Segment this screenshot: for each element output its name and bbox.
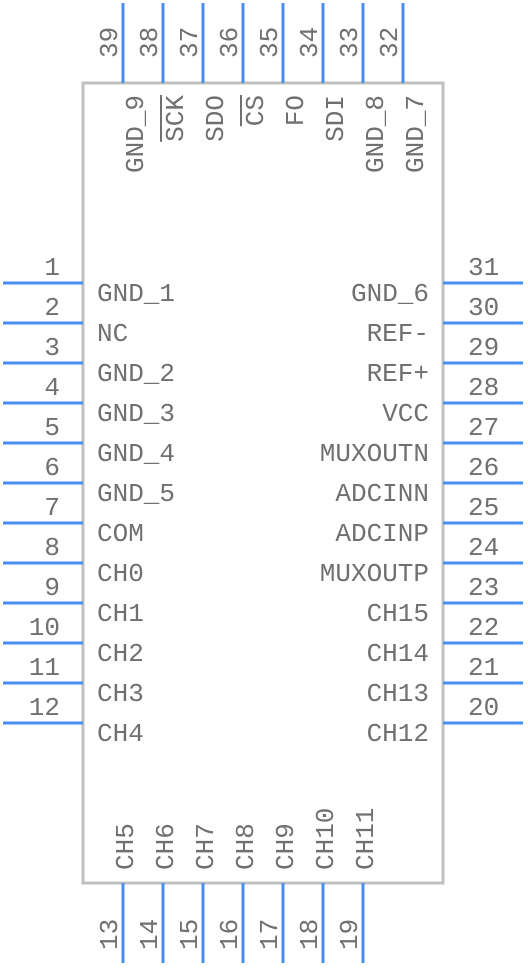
pin-number: 8 [44,533,60,563]
pin-name: GND_6 [351,279,429,309]
pin-number: 26 [468,453,499,483]
pin-number: 30 [468,293,499,323]
pin-name: GND_3 [97,399,175,429]
pin-number: 20 [468,693,499,723]
pin-name: CH2 [97,639,144,669]
pin-name: ADCINP [335,519,429,549]
pin-group: 1 GND_1 2 NC 3 GND_2 4 GND_3 5 GND_4 6 GND_5 7 COM 8 CH… [3,3,523,963]
pin-number: 14 [135,919,165,950]
pin-number: 22 [468,613,499,643]
pin-number: 21 [468,653,499,683]
pin-number: 16 [215,919,245,950]
pin-name: CH1 [97,599,144,629]
pin-name: COM [97,519,144,549]
pin-name: GND_4 [97,439,175,469]
pin-number: 6 [44,453,60,483]
pin-number: 10 [29,613,60,643]
pin-number: 17 [255,919,285,950]
pin-name: SCK [161,95,191,142]
pin-number: 9 [44,573,60,603]
pin-name: SDI [321,95,351,142]
pin-name: CH11 [351,808,381,870]
pin-number: 24 [468,533,499,563]
pin-number: 15 [175,919,205,950]
pin-name: REF- [367,319,429,349]
pin-name: CH8 [231,823,261,870]
pin-number: 33 [335,27,365,58]
pin-name: GND_9 [121,95,151,173]
pin-number: 23 [468,573,499,603]
pin-name: GND_8 [361,95,391,173]
pin-name: CH10 [311,808,341,870]
pin-name: REF+ [367,359,429,389]
pin-number: 37 [175,27,205,58]
pin-number: 4 [44,373,60,403]
pin-name: GND_2 [97,359,175,389]
pin-number: 19 [335,919,365,950]
pin-number: 32 [375,27,405,58]
pin-name: MUXOUTP [320,559,429,589]
pin-number: 28 [468,373,499,403]
pin-name: CH15 [367,599,429,629]
pin-name: MUXOUTN [320,439,429,469]
pin-name: GND_7 [401,95,431,173]
pin-number: 2 [44,293,60,323]
pin-number: 1 [44,253,60,283]
pin-name: CH4 [97,719,144,749]
pin-name: CH3 [97,679,144,709]
pin-number: 7 [44,493,60,523]
pin-name: GND_1 [97,279,175,309]
pin-name: CH12 [367,719,429,749]
pin-number: 31 [468,253,499,283]
pin-number: 25 [468,493,499,523]
pin-name: GND_5 [97,479,175,509]
pin-number: 39 [95,27,125,58]
pin-name: CH9 [271,823,301,870]
pin-name: SDO [201,95,231,142]
ic-schematic-symbol: 1 GND_1 2 NC 3 GND_2 4 GND_3 5 GND_4 6 GND_5 7 COM 8 CH… [3,3,523,963]
pin-number: 3 [44,333,60,363]
pin-number: 13 [95,919,125,950]
pin-number: 38 [135,27,165,58]
pin-name: CS [241,95,271,126]
pin-name: CH14 [367,639,429,669]
pin-number: 12 [29,693,60,723]
pin-name: CH6 [151,823,181,870]
pin-number: 11 [29,653,60,683]
pin-number: 34 [295,27,325,58]
pin-name: CH0 [97,559,144,589]
pin-name: ADCINN [335,479,429,509]
pin-name: FO [281,95,311,126]
pin-name: VCC [382,399,429,429]
pin-name: NC [97,319,128,349]
pin-number: 35 [255,27,285,58]
pin-number: 5 [44,413,60,443]
pin-number: 36 [215,27,245,58]
pin-name: CH5 [111,823,141,870]
pin-number: 27 [468,413,499,443]
pin-number: 18 [295,919,325,950]
pin-name: CH7 [191,823,221,870]
pin-name: CH13 [367,679,429,709]
pin-number: 29 [468,333,499,363]
